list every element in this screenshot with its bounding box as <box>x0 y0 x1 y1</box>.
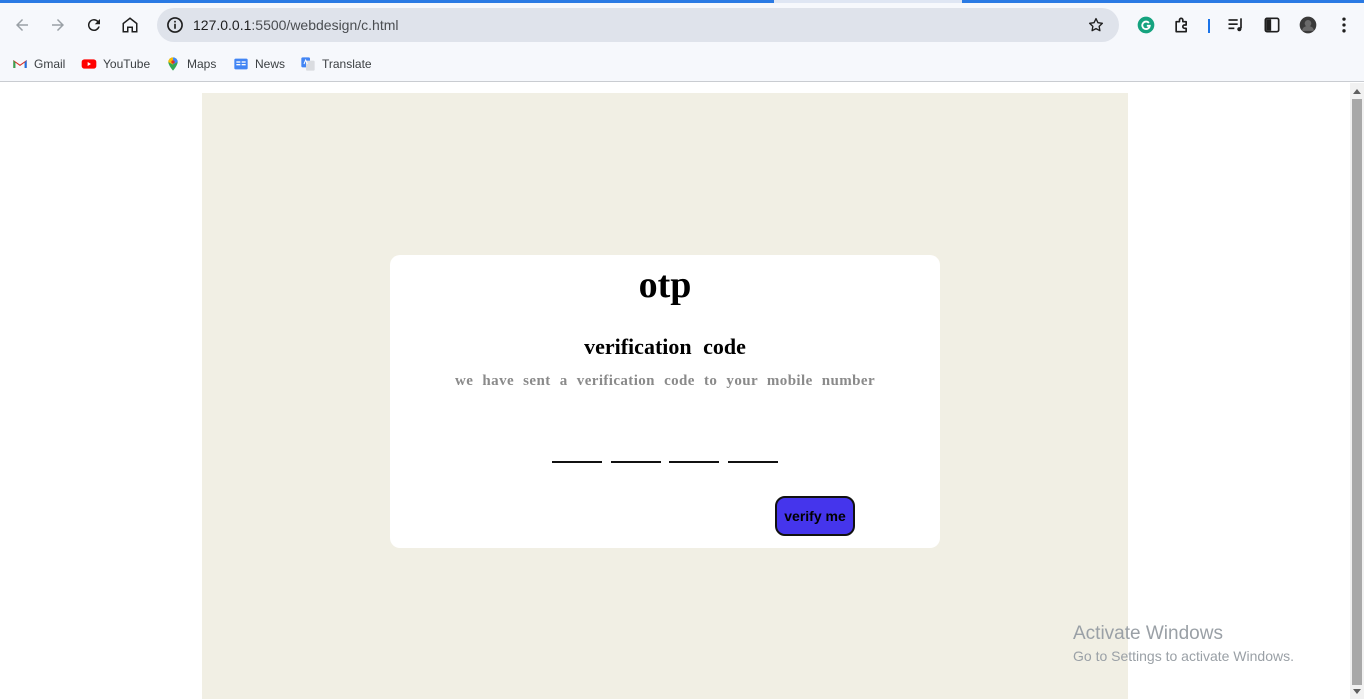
bookmark-label: Translate <box>322 57 372 71</box>
page-background: otp verification code we have sent a ver… <box>202 93 1128 699</box>
verify-button[interactable]: verify me <box>775 496 855 536</box>
side-panel-button[interactable] <box>1261 14 1283 36</box>
url-host: 127.0.0.1 <box>193 17 252 33</box>
kebab-menu-icon <box>1342 17 1346 33</box>
playlist-icon <box>1228 18 1242 32</box>
url-text[interactable]: 127.0.0.1:5500/webdesign/c.html <box>193 8 398 42</box>
avatar-icon <box>1299 16 1317 34</box>
forward-button[interactable] <box>44 11 72 39</box>
verification-heading: verification code <box>584 334 746 359</box>
scroll-up-arrow-icon[interactable] <box>1353 89 1361 94</box>
bookmark-label: YouTube <box>103 57 151 71</box>
url-path: :5500/webdesign/c.html <box>251 17 399 33</box>
media-control-button[interactable] <box>1225 14 1247 36</box>
scroll-down-arrow-icon[interactable] <box>1353 689 1361 694</box>
page-title: otp <box>638 264 692 306</box>
grammarly-extension-button[interactable] <box>1135 14 1157 36</box>
watermark-title: Activate Windows <box>1073 623 1223 644</box>
otp-digit-2[interactable] <box>611 439 661 463</box>
youtube-icon <box>81 59 97 69</box>
activation-watermark: Activate Windows Go to Settings to activ… <box>1073 622 1294 666</box>
browser-toolbar: 127.0.0.1:5500/webdesign/c.html <box>0 3 1364 47</box>
forward-arrow-icon <box>52 19 64 31</box>
maps-icon <box>168 57 178 71</box>
address-bar[interactable]: 127.0.0.1:5500/webdesign/c.html <box>157 8 1119 42</box>
bookmark-gmail[interactable]: Gmail <box>12 54 65 74</box>
otp-digit-4[interactable] <box>728 439 778 463</box>
reload-button[interactable] <box>80 11 108 39</box>
profile-button[interactable] <box>1297 14 1319 36</box>
translate-icon <box>301 57 315 71</box>
bookmark-maps[interactable]: Maps <box>165 54 216 74</box>
bookmark-label: News <box>255 57 286 71</box>
news-icon <box>234 58 248 70</box>
reload-icon <box>87 19 100 32</box>
bookmarks-bar: Gmail YouTube Maps News Translate <box>0 47 1364 82</box>
otp-digit-3[interactable] <box>669 439 719 463</box>
menu-button[interactable] <box>1333 14 1355 36</box>
back-arrow-icon <box>16 19 28 31</box>
extensions-button[interactable] <box>1171 14 1193 36</box>
bookmark-label: Gmail <box>34 57 66 71</box>
bookmark-label: Maps <box>187 57 217 71</box>
otp-card: otp verification code we have sent a ver… <box>390 255 940 548</box>
watermark-subtitle: Go to Settings to activate Windows. <box>1073 648 1294 664</box>
page-viewport: otp verification code we have sent a ver… <box>0 83 1350 699</box>
site-info-icon[interactable] <box>165 15 185 35</box>
back-button[interactable] <box>8 11 36 39</box>
puzzle-icon <box>1175 17 1187 33</box>
verification-hint: we have sent a verification code to your… <box>454 373 876 389</box>
bookmark-news[interactable]: News <box>233 54 285 74</box>
page-scrollbar[interactable] <box>1350 83 1364 699</box>
bookmark-youtube[interactable]: YouTube <box>81 54 150 74</box>
toolbar-divider <box>1208 19 1210 33</box>
bookmark-star-icon[interactable] <box>1087 16 1105 34</box>
side-panel-icon <box>1264 17 1280 33</box>
bookmark-translate[interactable]: Translate <box>300 54 372 74</box>
grammarly-icon <box>1137 16 1155 34</box>
otp-digit-1[interactable] <box>552 439 602 463</box>
scrollbar-thumb[interactable] <box>1352 99 1362 685</box>
gmail-icon <box>13 60 27 68</box>
home-button[interactable] <box>116 11 144 39</box>
home-icon <box>122 17 138 33</box>
